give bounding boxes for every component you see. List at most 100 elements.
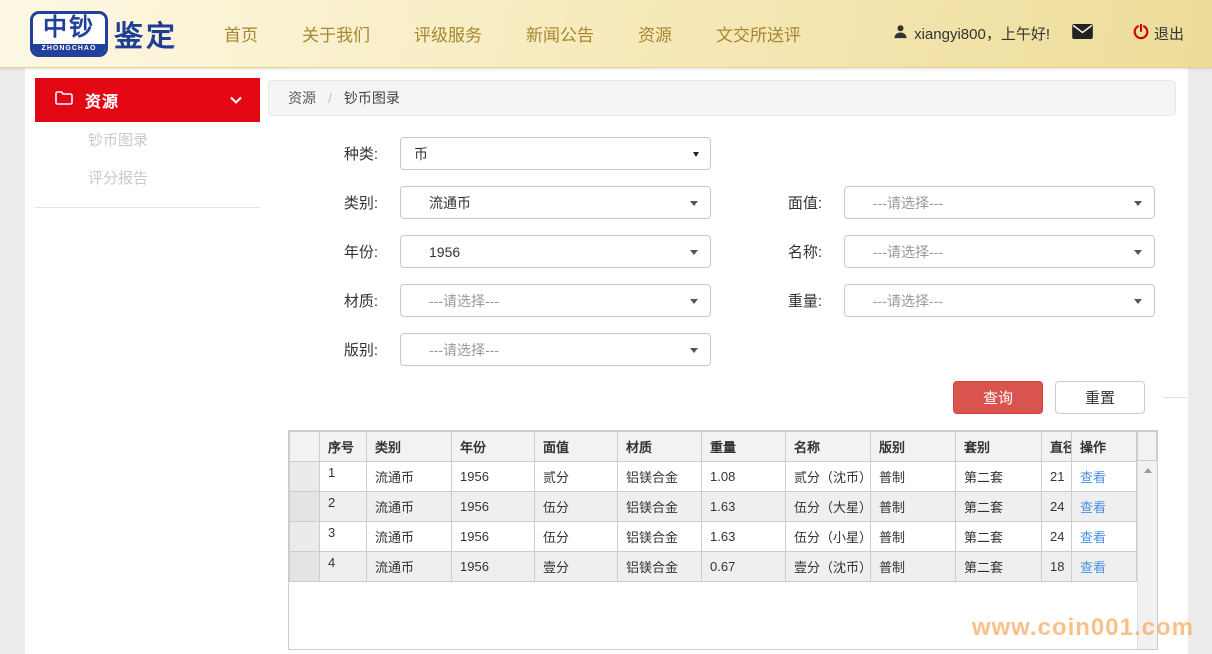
sidebar-item-coin-catalog[interactable]: 钞币图录 [35, 122, 260, 160]
material-label: 材质: [308, 290, 378, 311]
cell-material: 铝镁合金 [618, 462, 702, 492]
col-set: 套别 [956, 432, 1042, 462]
scrollbar-track[interactable] [1137, 461, 1157, 649]
cell-category: 流通币 [367, 522, 452, 552]
content-wrap: 资源 钞币图录 评分报告 资源 / 钞币图录 种类: 币 类别: 流通币 [25, 68, 1188, 654]
view-link[interactable]: 查看 [1080, 500, 1106, 515]
col-handle [290, 432, 320, 462]
logout-label: 退出 [1154, 23, 1184, 44]
logout-button[interactable]: 退出 [1133, 23, 1184, 44]
cell-material: 铝镁合金 [618, 552, 702, 582]
top-navbar: 中钞 ZHONGCHAO 鉴定 首页 关于我们 评级服务 新闻公告 资源 文交所… [0, 0, 1212, 68]
nav-item-home[interactable]: 首页 [224, 21, 258, 46]
reset-button[interactable]: 重置 [1055, 381, 1145, 414]
select-arrow-icon [1134, 250, 1142, 255]
select-arrow-icon [1134, 299, 1142, 304]
nav-item-grading-service[interactable]: 评级服务 [414, 21, 482, 46]
cell-weight: 1.63 [702, 522, 786, 552]
sidebar: 资源 钞币图录 评分报告 [35, 78, 260, 208]
field-category: 类别: 流通币 [308, 186, 711, 219]
view-link[interactable]: 查看 [1080, 530, 1106, 545]
select-arrow-icon [1134, 201, 1142, 206]
sidebar-item-score-report[interactable]: 评分报告 [35, 160, 260, 198]
cell-year: 1956 [452, 462, 535, 492]
col-seq: 序号 [320, 432, 367, 462]
category-select[interactable]: 流通币 [400, 186, 711, 219]
brand-logo[interactable]: 中钞 ZHONGCHAO 鉴定 [30, 11, 178, 57]
cell-diameter: 24 [1042, 522, 1072, 552]
decorative-line [1164, 397, 1186, 398]
cell-face-value: 壹分 [535, 552, 618, 582]
cell-seq: 3 [320, 522, 367, 552]
face-value-select[interactable]: ---请选择--- [844, 186, 1155, 219]
field-name: 名称: ---请选择--- [752, 235, 1155, 268]
messages-button[interactable] [1072, 24, 1093, 43]
cell-name: 伍分（大星） [786, 492, 871, 522]
cell-seq: 4 [320, 552, 367, 582]
face-value-label: 面值: [752, 192, 822, 213]
cell-set: 第二套 [956, 522, 1042, 552]
envelope-icon [1072, 24, 1093, 43]
table-header-row: 序号 类别 年份 面值 材质 重量 名称 版别 套别 直径 操作 [290, 432, 1137, 462]
cell-category: 流通币 [367, 462, 452, 492]
table-row: 1 流通币 1956 贰分 铝镁合金 1.08 贰分（沈币） 普制 第二套 21… [290, 462, 1137, 492]
sidebar-section-resources[interactable]: 资源 [35, 78, 260, 122]
logo-box: 中钞 ZHONGCHAO [30, 11, 108, 57]
folder-icon [55, 91, 73, 110]
name-label: 名称: [752, 241, 822, 262]
scroll-up-arrow-icon [1144, 468, 1152, 473]
cell-seq: 2 [320, 492, 367, 522]
user-icon [893, 24, 908, 43]
table-scrollbar [1137, 431, 1157, 649]
col-face-value: 面值 [535, 432, 618, 462]
cell-edition: 普制 [871, 522, 956, 552]
cell-diameter: 21 [1042, 462, 1072, 492]
user-greeting: xiangyi800，上午好! [914, 23, 1050, 44]
breadcrumb-parent[interactable]: 资源 [288, 88, 316, 108]
material-select[interactable]: ---请选择--- [400, 284, 711, 317]
nav-item-news[interactable]: 新闻公告 [526, 21, 594, 46]
cell-category: 流通币 [367, 552, 452, 582]
field-material: 材质: ---请选择--- [308, 284, 711, 317]
kind-select[interactable]: 币 [400, 137, 711, 170]
cell-diameter: 24 [1042, 492, 1072, 522]
chevron-down-icon [230, 91, 242, 109]
year-label: 年份: [308, 241, 378, 262]
field-edition: 版别: ---请选择--- [308, 333, 711, 366]
logo-text-cn: 中钞 [33, 14, 105, 44]
cell-face-value: 贰分 [535, 462, 618, 492]
weight-label: 重量: [752, 290, 822, 311]
view-link[interactable]: 查看 [1080, 560, 1106, 575]
cell-edition: 普制 [871, 492, 956, 522]
name-select[interactable]: ---请选择--- [844, 235, 1155, 268]
row-handle [290, 492, 320, 522]
search-button[interactable]: 查询 [953, 381, 1043, 414]
weight-select[interactable]: ---请选择--- [844, 284, 1155, 317]
field-face-value: 面值: ---请选择--- [752, 186, 1155, 219]
category-label: 类别: [308, 192, 378, 213]
main-nav: 首页 关于我们 评级服务 新闻公告 资源 文交所送评 [224, 21, 801, 46]
table-row: 2 流通币 1956 伍分 铝镁合金 1.63 伍分（大星） 普制 第二套 24… [290, 492, 1137, 522]
scrollbar-header-cell [1137, 431, 1157, 461]
results-table-container: 序号 类别 年份 面值 材质 重量 名称 版别 套别 直径 操作 [288, 430, 1158, 650]
cell-name: 伍分（小星） [786, 522, 871, 552]
cell-weight: 1.08 [702, 462, 786, 492]
kind-label: 种类: [308, 143, 378, 164]
kind-select-value: 币 [414, 144, 428, 164]
field-year: 年份: 1956 [308, 235, 711, 268]
nav-item-resources[interactable]: 资源 [638, 21, 672, 46]
view-link[interactable]: 查看 [1080, 470, 1106, 485]
cell-set: 第二套 [956, 552, 1042, 582]
edition-select[interactable]: ---请选择--- [400, 333, 711, 366]
year-select[interactable]: 1956 [400, 235, 711, 268]
category-select-value: 流通币 [429, 193, 471, 213]
nav-item-exchange-submission[interactable]: 文交所送评 [716, 21, 801, 46]
breadcrumb-separator: / [328, 90, 332, 106]
nav-item-about[interactable]: 关于我们 [302, 21, 370, 46]
cell-name: 贰分（沈币） [786, 462, 871, 492]
select-arrow-icon [693, 152, 699, 157]
col-action: 操作 [1072, 432, 1137, 462]
col-edition: 版别 [871, 432, 956, 462]
user-menu[interactable]: xiangyi800，上午好! [893, 23, 1050, 44]
cell-set: 第二套 [956, 492, 1042, 522]
